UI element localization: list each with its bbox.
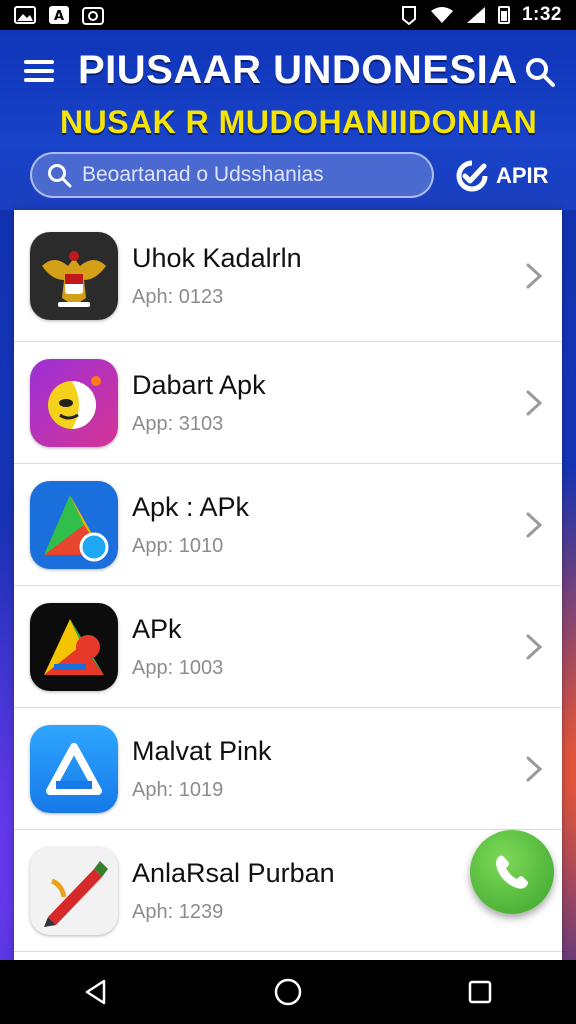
page-subtitle: NUSAK R MUDOHANIIDONIAN: [60, 104, 538, 140]
chevron-right-icon: [526, 512, 543, 537]
app-name: Malvat Pink: [132, 735, 272, 766]
chevron-right-icon: [526, 756, 543, 781]
refresh-check-icon: [456, 160, 488, 192]
app-sub: App: 1003: [132, 656, 224, 679]
phone-icon: [496, 855, 528, 889]
list-item[interactable]: [14, 952, 562, 960]
back-icon: [85, 979, 106, 1005]
chevron-right-icon: [526, 390, 543, 415]
status-bar: A 1:32: [0, 0, 576, 30]
app-name: APk: [132, 613, 182, 644]
search-icon[interactable]: [524, 56, 556, 88]
app-sub: Aph: 1239: [132, 900, 224, 923]
status-time: 1:32: [521, 4, 562, 25]
list-item[interactable]: Dabart Apk App: 3103: [14, 342, 562, 464]
battery-icon: [497, 6, 510, 24]
image-icon: [14, 6, 36, 24]
app-sub: Aph: 1019: [132, 778, 224, 801]
search-field-icon: [48, 164, 72, 188]
alarm-icon: [401, 6, 416, 25]
home-button[interactable]: [266, 970, 310, 1014]
wifi-icon: [430, 7, 453, 23]
app-name: Uhok Kadalrln: [132, 242, 302, 273]
translate-icon: A: [49, 6, 69, 24]
app-sub: Aph: 0123: [132, 285, 224, 308]
apk-triangle-icon: [30, 602, 118, 691]
recents-button[interactable]: [458, 970, 502, 1014]
list-item[interactable]: Apk : APk App: 1010: [14, 464, 562, 586]
chevron-right-icon: [526, 263, 543, 288]
list-item[interactable]: APk App: 1003: [14, 586, 562, 708]
app-name: Apk : APk: [132, 491, 250, 522]
garuda-emblem-icon: [30, 231, 118, 320]
page-title: PIUSAAR UNDONESIA: [78, 48, 518, 92]
cartoon-face-icon: [30, 358, 118, 447]
list-item[interactable]: Malvat Pink Aph: 1019: [14, 708, 562, 830]
apk-button[interactable]: APIR: [456, 156, 552, 196]
system-nav-bar: [0, 960, 576, 1024]
back-button[interactable]: [74, 970, 118, 1014]
delta-icon: [30, 724, 118, 813]
apk-button-label: APIR: [496, 163, 549, 188]
chevron-right-icon: [526, 634, 543, 659]
app-header: PIUSAAR UNDONESIA NUSAK R MUDOHANIIDONIA…: [0, 30, 576, 210]
signal-icon: [466, 7, 485, 23]
app-sub: App: 1010: [132, 534, 224, 557]
pen-icon: [30, 846, 118, 935]
menu-icon[interactable]: [24, 60, 54, 82]
camera-icon: [82, 7, 104, 25]
recents-icon: [468, 980, 492, 1004]
list-item[interactable]: Uhok Kadalrln Aph: 0123: [14, 210, 562, 342]
search-input[interactable]: [82, 163, 402, 187]
home-icon: [274, 978, 302, 1006]
svg-text:A: A: [54, 9, 64, 24]
app-name: Dabart Apk: [132, 369, 266, 400]
app-name: AnlaRsal Purban: [132, 857, 335, 888]
app-sub: App: 3103: [132, 412, 224, 435]
search-bar[interactable]: [30, 152, 434, 198]
call-button[interactable]: [470, 830, 554, 914]
play-triangle-icon: [30, 480, 118, 569]
